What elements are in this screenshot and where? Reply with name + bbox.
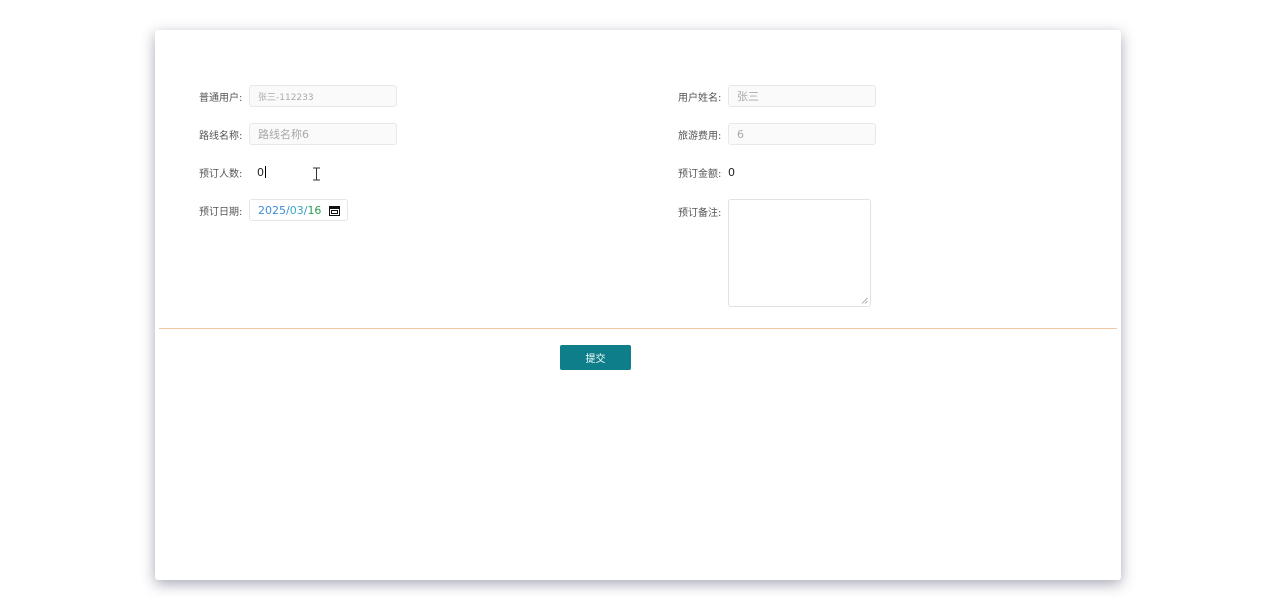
date-field: 预订日期: 2025/03/16 [199, 199, 348, 221]
amount-value: 0 [728, 165, 735, 179]
remarks-label: 预订备注: [678, 208, 722, 219]
user-name-field: 用户姓名: 张三 [678, 85, 876, 107]
remarks-textarea[interactable] [728, 199, 871, 307]
people-count-label: 预订人数: [199, 168, 243, 180]
date-day[interactable]: 16 [307, 204, 321, 217]
text-caret [265, 166, 266, 178]
user-label: 普通用户: [199, 92, 243, 104]
form-divider [159, 328, 1117, 329]
user-input[interactable]: 张三-112233 [249, 85, 397, 107]
user-name-input-value: 张三 [737, 90, 759, 103]
date-month[interactable]: 03 [290, 204, 304, 217]
people-count-input-value: 0 [257, 165, 264, 179]
remarks-field: 预订备注: [678, 199, 871, 307]
calendar-icon[interactable] [328, 204, 341, 217]
route-name-input-value: 路线名称6 [258, 128, 309, 141]
travel-cost-label: 旅游费用: [678, 130, 722, 142]
travel-cost-input[interactable]: 6 [728, 123, 876, 145]
people-count-input[interactable]: 0 [249, 161, 397, 183]
route-name-label: 路线名称: [199, 130, 243, 142]
booking-form-card: 普通用户: 张三-112233 用户姓名: 张三 路线名称: 路线名称6 旅游费… [155, 30, 1121, 580]
people-count-field: 预订人数: 0 [199, 161, 397, 183]
amount-label: 预订金额: [678, 168, 722, 180]
route-name-input[interactable]: 路线名称6 [249, 123, 397, 145]
date-year[interactable]: 2025 [258, 204, 286, 217]
resize-grip-icon[interactable] [861, 297, 868, 304]
date-input[interactable]: 2025/03/16 [249, 199, 348, 221]
travel-cost-input-value: 6 [737, 127, 744, 141]
user-field: 普通用户: 张三-112233 [199, 85, 397, 107]
user-name-label: 用户姓名: [678, 92, 722, 104]
amount-field: 预订金额: 0 [678, 161, 735, 183]
date-label: 预订日期: [199, 206, 243, 218]
travel-cost-field: 旅游费用: 6 [678, 123, 876, 145]
text-cursor-icon [313, 167, 320, 181]
user-name-input[interactable]: 张三 [728, 85, 876, 107]
submit-button[interactable]: 提交 [560, 345, 631, 370]
route-name-field: 路线名称: 路线名称6 [199, 123, 397, 145]
user-input-value: 张三-112233 [258, 92, 314, 103]
